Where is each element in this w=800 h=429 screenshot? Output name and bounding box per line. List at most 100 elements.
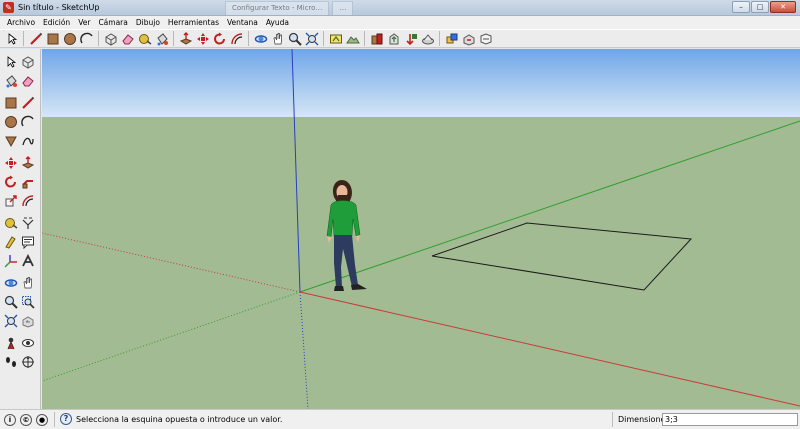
follow-me-icon[interactable]: [19, 173, 36, 190]
zoom-extents-icon[interactable]: [2, 312, 19, 329]
sky: [42, 49, 800, 117]
user-account-icon[interactable]: ●: [36, 414, 48, 426]
eraser-icon[interactable]: [119, 30, 136, 47]
menu-ver[interactable]: Ver: [74, 18, 94, 27]
toolbar-separator: [248, 31, 249, 46]
polygon-icon[interactable]: [2, 132, 19, 149]
menu-bar: Archivo Edición Ver Cámara Dibujo Herram…: [0, 16, 800, 29]
pan-icon[interactable]: [269, 30, 286, 47]
main-toolbar: [0, 29, 800, 48]
title-bar: ✎ Sin título - SketchUp Configurar Texto…: [0, 0, 800, 16]
status-bar: i © ● ? Selecciona la esquina opuesta o …: [0, 409, 800, 429]
toggle-terrain-icon[interactable]: [344, 30, 361, 47]
toolbar-separator: [98, 31, 99, 46]
share-component-icon[interactable]: [443, 30, 460, 47]
line-pencil-icon[interactable]: [27, 30, 44, 47]
push-pull-icon[interactable]: [177, 30, 194, 47]
sketchup-window: ✎ Sin título - SketchUp Configurar Texto…: [0, 0, 800, 429]
freehand-icon[interactable]: [19, 132, 36, 149]
rectangle-icon[interactable]: [2, 94, 19, 111]
toolbar-separator: [23, 31, 24, 46]
background-tab[interactable]: …: [332, 1, 354, 15]
zoom-window-icon[interactable]: [19, 293, 36, 310]
ground-plane: [42, 117, 800, 409]
window-title: Sin título - SketchUp: [18, 3, 100, 12]
sketchup-logo-icon: ✎: [3, 2, 14, 13]
left-toolbar: [0, 49, 41, 409]
toolbar-separator: [173, 31, 174, 46]
make-component-icon[interactable]: [102, 30, 119, 47]
dimension-icon[interactable]: [19, 214, 36, 231]
arc-icon[interactable]: [78, 30, 95, 47]
tape-measure-icon[interactable]: [2, 214, 19, 231]
add-location-icon[interactable]: [327, 30, 344, 47]
tape-measure-icon[interactable]: [136, 30, 153, 47]
line-pencil-icon[interactable]: [19, 94, 36, 111]
send-to-layout-icon[interactable]: [477, 30, 494, 47]
look-around-icon[interactable]: [19, 334, 36, 351]
select-icon[interactable]: [3, 30, 20, 47]
circle-icon[interactable]: [61, 30, 78, 47]
3d-text-icon[interactable]: [19, 252, 36, 269]
text-icon[interactable]: [19, 233, 36, 250]
minimize-button[interactable]: –: [732, 1, 750, 13]
move-icon[interactable]: [194, 30, 211, 47]
arc-icon[interactable]: [19, 113, 36, 130]
help-icon[interactable]: ?: [60, 413, 72, 425]
rotate-icon[interactable]: [211, 30, 228, 47]
geo-location-icon[interactable]: i: [4, 414, 16, 426]
menu-ayuda[interactable]: Ayuda: [262, 18, 293, 27]
move-icon[interactable]: [2, 154, 19, 171]
status-divider: [612, 412, 613, 427]
paint-bucket-icon[interactable]: [2, 72, 19, 89]
menu-edicion[interactable]: Edición: [39, 18, 74, 27]
rotate-icon[interactable]: [2, 173, 19, 190]
background-tab[interactable]: Configurar Texto - Micro…: [225, 1, 330, 15]
make-component-icon[interactable]: [19, 53, 36, 70]
menu-camara[interactable]: Cámara: [94, 18, 131, 27]
select-icon[interactable]: [2, 53, 19, 70]
status-message: Selecciona la esquina opuesta o introduc…: [76, 415, 283, 424]
orbit-icon[interactable]: [2, 274, 19, 291]
offset-icon[interactable]: [228, 30, 245, 47]
zoom-icon[interactable]: [2, 293, 19, 310]
push-pull-icon[interactable]: [19, 154, 36, 171]
get-photo-texture-icon[interactable]: [402, 30, 419, 47]
status-divider: [54, 412, 55, 427]
maximize-button[interactable]: □: [751, 1, 769, 13]
extension-warehouse-icon[interactable]: [460, 30, 477, 47]
rectangle-icon[interactable]: [44, 30, 61, 47]
section-plane-icon[interactable]: [19, 353, 36, 370]
paint-bucket-icon[interactable]: [153, 30, 170, 47]
window-controls: – □ ✕: [732, 1, 796, 13]
toolbar-separator: [364, 31, 365, 46]
3d-viewport[interactable]: [42, 49, 800, 409]
circle-icon[interactable]: [2, 113, 19, 130]
zoom-extents-icon[interactable]: [303, 30, 320, 47]
walk-icon[interactable]: [2, 353, 19, 370]
previous-view-icon[interactable]: [19, 312, 36, 329]
close-button[interactable]: ✕: [770, 1, 796, 13]
dimensions-input[interactable]: [662, 413, 798, 426]
3d-warehouse-icon[interactable]: [419, 30, 436, 47]
menu-ventana[interactable]: Ventana: [223, 18, 262, 27]
eraser-icon[interactable]: [19, 72, 36, 89]
position-camera-icon[interactable]: [2, 334, 19, 351]
credits-icon[interactable]: ©: [20, 414, 32, 426]
menu-archivo[interactable]: Archivo: [3, 18, 39, 27]
get-models-icon[interactable]: [368, 30, 385, 47]
orbit-icon[interactable]: [252, 30, 269, 47]
zoom-icon[interactable]: [286, 30, 303, 47]
share-model-icon[interactable]: [385, 30, 402, 47]
pan-icon[interactable]: [19, 274, 36, 291]
toolbar-separator: [439, 31, 440, 46]
scene-canvas[interactable]: [42, 49, 800, 409]
axes-icon[interactable]: [2, 252, 19, 269]
toolbar-separator: [323, 31, 324, 46]
menu-herramientas[interactable]: Herramientas: [164, 18, 223, 27]
offset-icon[interactable]: [19, 192, 36, 209]
menu-dibujo[interactable]: Dibujo: [132, 18, 164, 27]
background-taskbar-tabs: Configurar Texto - Micro… …: [225, 1, 354, 15]
scale-icon[interactable]: [2, 192, 19, 209]
protractor-icon[interactable]: [2, 233, 19, 250]
